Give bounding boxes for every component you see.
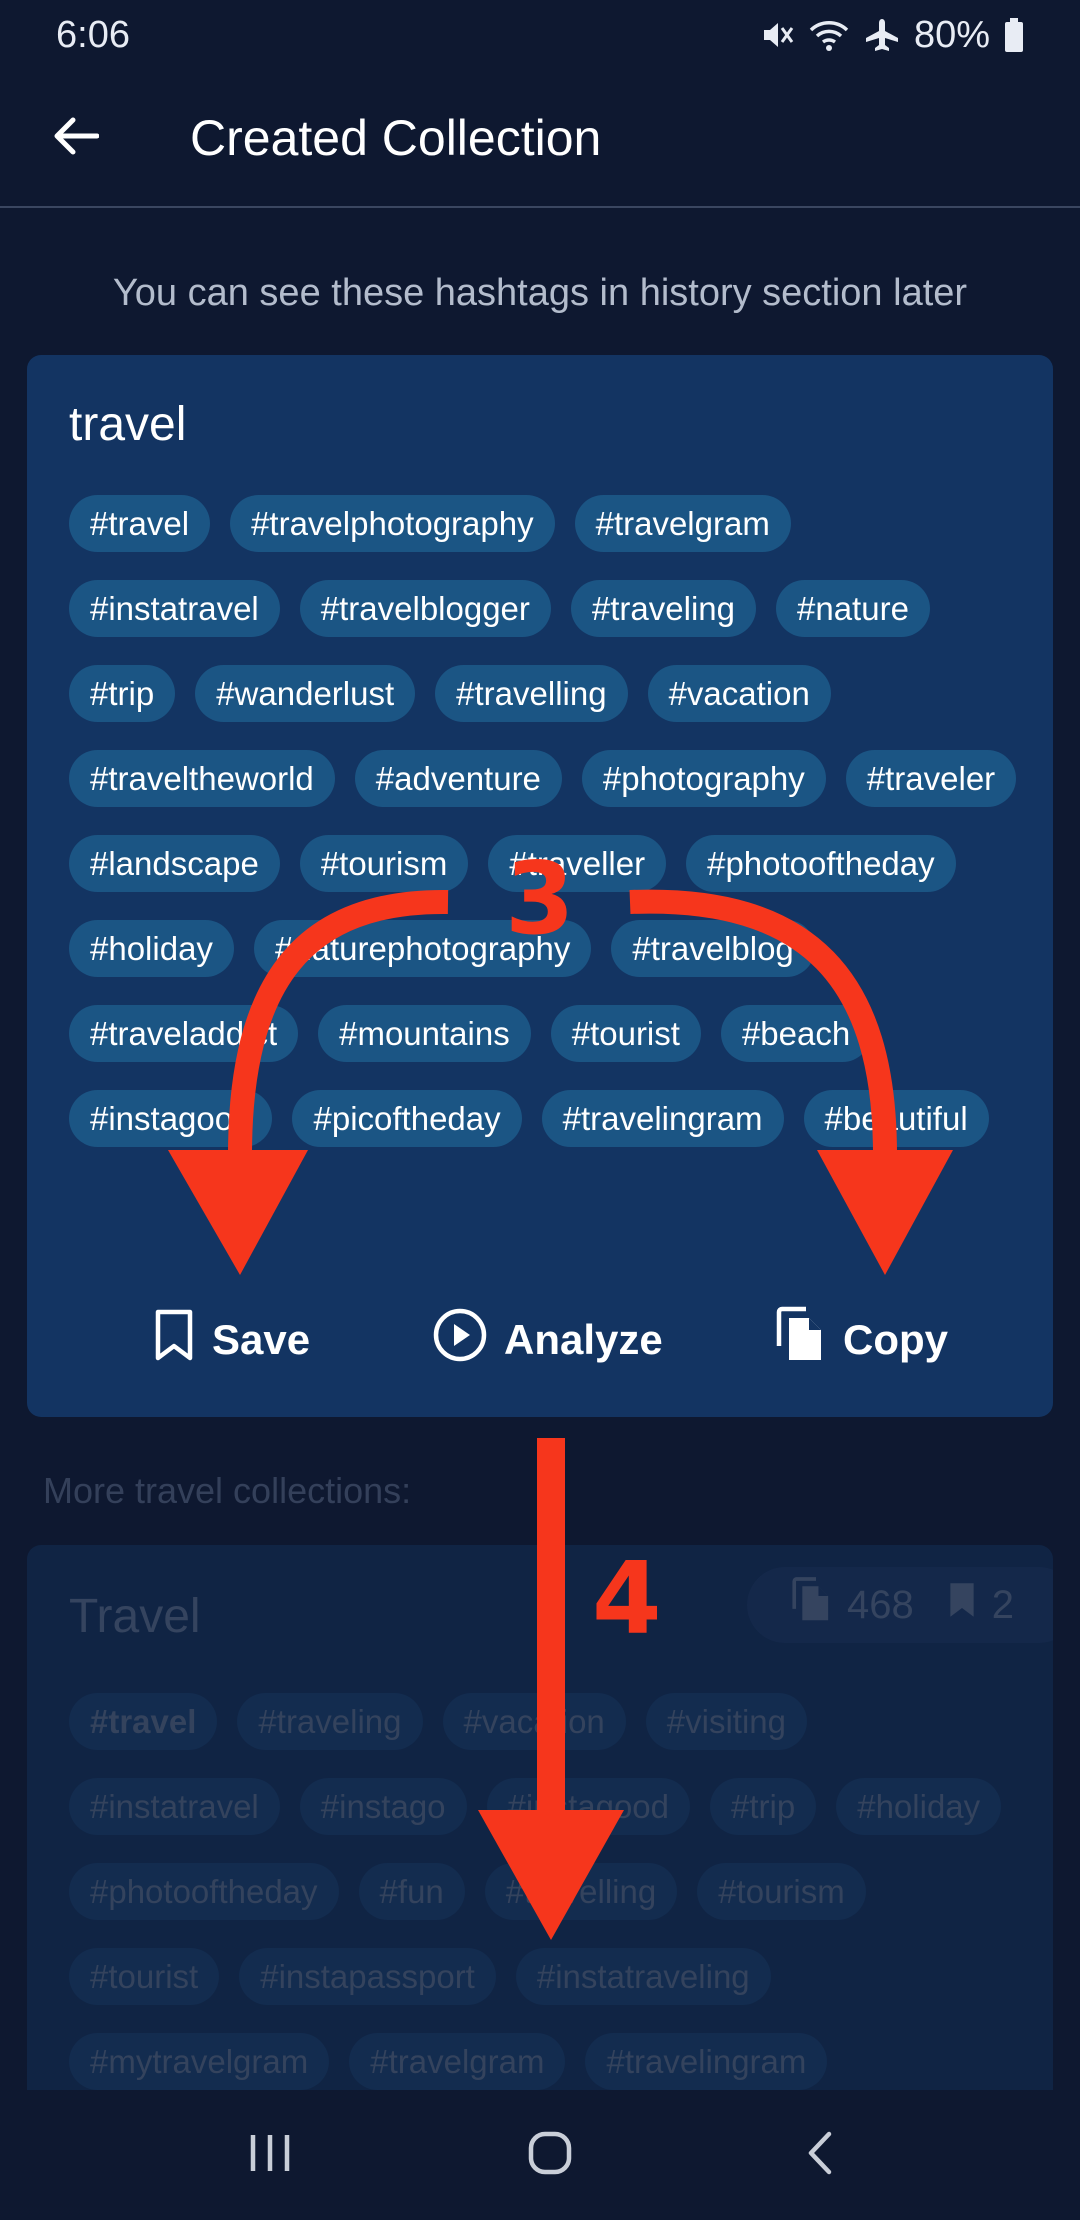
hashtag-chip[interactable]: #traveling bbox=[237, 1693, 423, 1750]
copy-icon bbox=[791, 1576, 833, 1634]
play-circle-icon bbox=[432, 1307, 488, 1373]
home-button[interactable] bbox=[526, 2129, 574, 2182]
step-4-label: 4 bbox=[592, 1540, 662, 1657]
status-bar: 6:06 80% bbox=[0, 0, 1080, 70]
hashtag-chip[interactable]: #travelingram bbox=[585, 2033, 828, 2090]
history-hint: You can see these hashtags in history se… bbox=[112, 272, 968, 314]
hashtag-chip[interactable]: #traveladdict bbox=[69, 1005, 299, 1062]
hashtag-chip[interactable]: #travelgram bbox=[349, 2033, 566, 2090]
copies-count: 468 bbox=[847, 1582, 914, 1627]
copy-label: Copy bbox=[843, 1316, 948, 1363]
hashtag-chip[interactable]: #picoftheday bbox=[292, 1090, 522, 1147]
hashtag-chip[interactable]: #travel bbox=[69, 1693, 218, 1750]
hashtag-chip[interactable]: #travelgram bbox=[574, 495, 791, 552]
bookmark-icon bbox=[946, 1580, 978, 1630]
hashtag-chip[interactable]: #tourism bbox=[697, 1863, 866, 1920]
hashtag-chip[interactable]: #nature bbox=[776, 580, 930, 637]
hashtag-chip[interactable]: #traveler bbox=[845, 750, 1017, 807]
hashtag-chip[interactable]: #instagood bbox=[486, 1778, 691, 1835]
hashtag-chip[interactable]: #wanderlust bbox=[195, 665, 416, 722]
hashtag-chip[interactable]: #mytravelgram bbox=[69, 2033, 330, 2090]
hashtag-chip[interactable]: #beautiful bbox=[803, 1090, 989, 1147]
hashtag-chip[interactable]: #visiting bbox=[645, 1693, 808, 1750]
back-button[interactable] bbox=[0, 69, 150, 207]
collection-actions: Save Analyze Copy bbox=[27, 1295, 1053, 1385]
recent-apps-button[interactable] bbox=[245, 2131, 295, 2180]
analyze-label: Analyze bbox=[504, 1316, 663, 1363]
system-back-button[interactable] bbox=[805, 2130, 835, 2181]
mute-icon bbox=[760, 18, 794, 52]
hashtag-chip[interactable]: #travelblog bbox=[611, 920, 815, 977]
battery-icon bbox=[1004, 18, 1024, 52]
hashtag-chip[interactable]: #beach bbox=[720, 1005, 872, 1062]
status-time: 6:06 bbox=[56, 13, 130, 56]
hashtag-chip[interactable]: #photooftheday bbox=[69, 1863, 339, 1920]
hashtag-chip[interactable]: #holiday bbox=[69, 920, 234, 977]
save-button[interactable]: Save bbox=[152, 1295, 310, 1385]
hashtag-chip[interactable]: #travelphotography bbox=[230, 495, 555, 552]
hashtag-chip[interactable]: #tourism bbox=[299, 835, 469, 892]
hashtag-chip[interactable]: #photooftheday bbox=[686, 835, 956, 892]
hashtag-chip[interactable]: #travelling bbox=[435, 665, 628, 722]
hashtag-list: #travel #travelphotography #travelgram #… bbox=[69, 495, 1019, 1147]
save-label: Save bbox=[212, 1316, 311, 1363]
hashtag-chip[interactable]: #tourist bbox=[550, 1005, 701, 1062]
hashtag-chip[interactable]: #instagood bbox=[69, 1090, 273, 1147]
related-collection-title: Travel bbox=[69, 1590, 201, 1643]
collection-title: travel bbox=[69, 398, 187, 451]
app-bar: Created Collection bbox=[0, 70, 1080, 208]
hashtag-chip[interactable]: #travel bbox=[69, 495, 211, 552]
hashtag-chip[interactable]: #instatraveling bbox=[515, 1948, 771, 2005]
hashtag-chip[interactable]: #instatravel bbox=[69, 1778, 280, 1835]
hashtag-chip[interactable]: #adventure bbox=[354, 750, 562, 807]
hashtag-chip[interactable]: #instago bbox=[299, 1778, 467, 1835]
hashtag-chip[interactable]: #holiday bbox=[836, 1778, 1002, 1835]
hashtag-chip[interactable]: #travelling bbox=[484, 1863, 678, 1920]
more-collections-label: More travel collections: bbox=[43, 1470, 412, 1511]
hashtag-chip[interactable]: #instatravel bbox=[69, 580, 280, 637]
hashtag-chip[interactable]: #travelblogger bbox=[299, 580, 551, 637]
related-collection-card[interactable]: Travel 468 2 #travel #traveling #vacatio… bbox=[27, 1545, 1053, 2105]
hashtag-chip[interactable]: #traveltheworld bbox=[69, 750, 335, 807]
system-nav-bar bbox=[0, 2090, 1080, 2220]
airplane-icon bbox=[864, 17, 900, 53]
hashtag-chip[interactable]: #traveling bbox=[570, 580, 756, 637]
copy-icon bbox=[775, 1306, 827, 1374]
hashtag-chip[interactable]: #landscape bbox=[69, 835, 280, 892]
step-3-label: 3 bbox=[505, 840, 575, 957]
arrow-left-icon bbox=[51, 116, 100, 161]
hashtag-chip[interactable]: #trip bbox=[69, 665, 176, 722]
hashtag-chip[interactable]: #fun bbox=[358, 1863, 465, 1920]
analyze-button[interactable]: Analyze bbox=[432, 1295, 663, 1385]
bookmark-icon bbox=[152, 1309, 196, 1371]
wifi-icon bbox=[808, 18, 850, 52]
page-title: Created Collection bbox=[190, 110, 602, 166]
battery-percent: 80% bbox=[913, 13, 990, 56]
hashtag-chip[interactable]: #instapassport bbox=[239, 1948, 496, 2005]
status-icons: 80% bbox=[760, 14, 1024, 57]
hashtag-chip[interactable]: #tourist bbox=[69, 1948, 220, 2005]
hashtag-chip[interactable]: #travelingram bbox=[541, 1090, 784, 1147]
hashtag-chip[interactable]: #mountains bbox=[318, 1005, 531, 1062]
copy-button[interactable]: Copy bbox=[775, 1295, 948, 1385]
hashtag-chip[interactable]: #photography bbox=[581, 750, 826, 807]
hashtag-chip[interactable]: #trip bbox=[710, 1778, 817, 1835]
hashtag-chip[interactable]: #vacation bbox=[442, 1693, 626, 1750]
hashtag-chip[interactable]: #vacation bbox=[647, 665, 831, 722]
saves-count: 2 bbox=[991, 1582, 1014, 1627]
collection-stats: 468 2 bbox=[747, 1567, 1053, 1643]
related-hashtag-list: #travel #traveling #vacation #visiting #… bbox=[69, 1693, 1029, 2090]
